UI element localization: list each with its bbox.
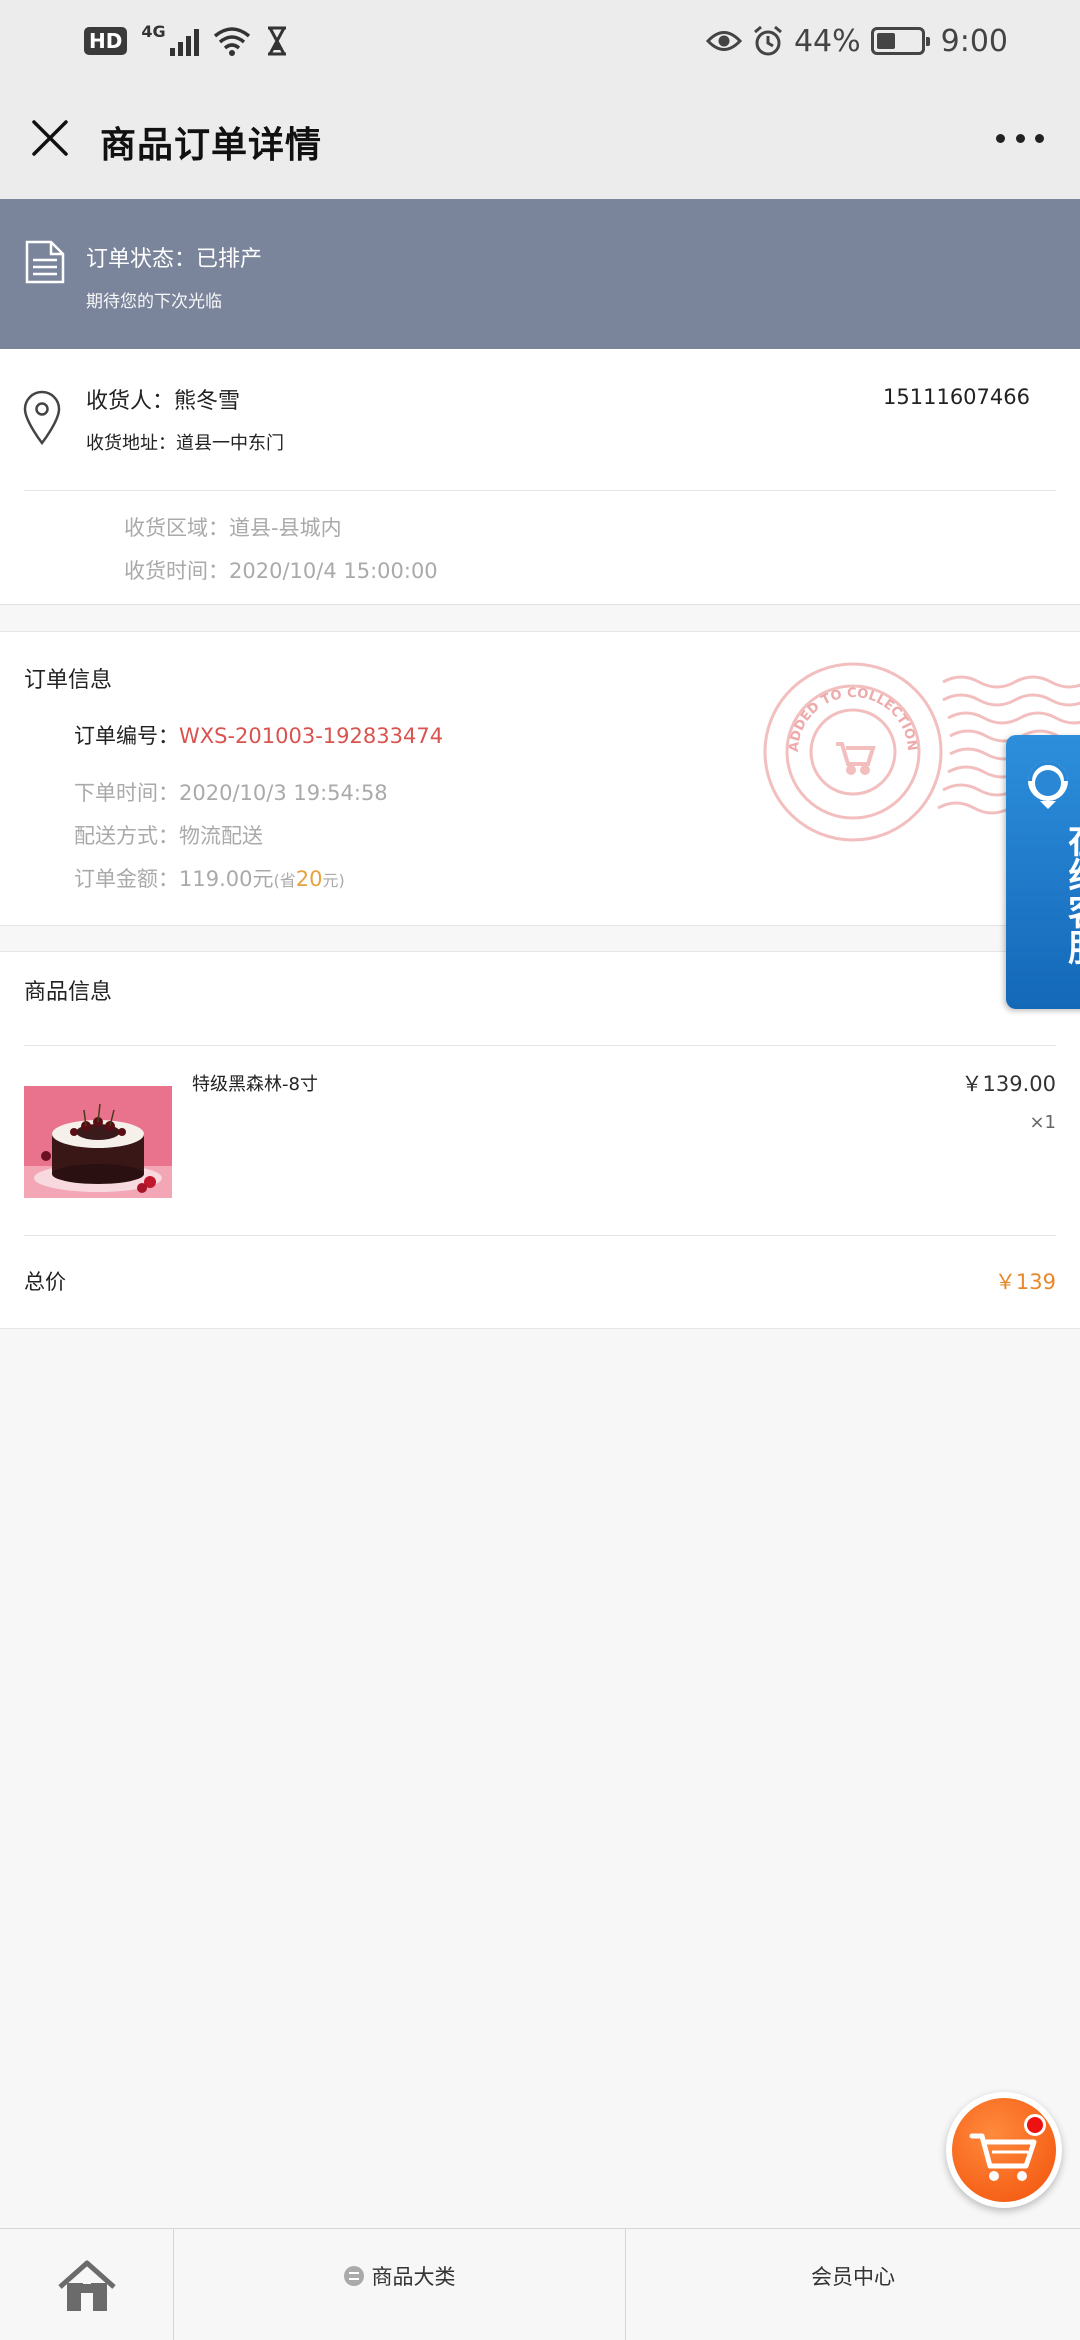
receiver-name: 收货人：熊冬雪 xyxy=(86,389,241,414)
nav-category-label: 商品大类 xyxy=(371,2265,456,2289)
status-bar: HD 4G 44% 9:00 xyxy=(0,0,1080,82)
divider xyxy=(24,490,1056,491)
page-title: 商品订单详情 xyxy=(100,125,323,166)
battery-percent: 44% xyxy=(793,23,861,59)
cart-button[interactable] xyxy=(946,2092,1062,2208)
battery-icon xyxy=(870,27,930,55)
shopping-cart-icon xyxy=(969,2133,1037,2181)
status-bar-left: HD 4G xyxy=(84,22,289,60)
delivery-method: 配送方式：物流配送 xyxy=(74,824,263,848)
savings-note: (省20元) xyxy=(273,867,345,891)
nav-member-center[interactable]: 会员中心 xyxy=(626,2229,1080,2340)
delivery-region: 收货区域：道县-县城内 xyxy=(124,516,342,540)
close-button[interactable] xyxy=(24,112,76,164)
hd-badge: HD xyxy=(84,27,128,55)
order-info-title: 订单信息 xyxy=(24,668,113,693)
order-status-subtitle: 期待您的下次光临 xyxy=(86,292,222,312)
online-service-label: 在线客服 xyxy=(1062,821,1080,965)
wifi-icon xyxy=(213,27,250,56)
eye-icon xyxy=(705,31,742,51)
status-bar-right: 44% 9:00 xyxy=(705,22,1008,60)
product-thumbnail[interactable] xyxy=(24,1086,172,1198)
savings-value: 20 xyxy=(295,867,323,891)
signal-icon xyxy=(169,26,199,56)
total-price: ￥139 xyxy=(994,1270,1056,1294)
document-icon xyxy=(25,240,65,284)
cake-image xyxy=(24,1086,172,1198)
close-icon xyxy=(32,120,68,156)
goods-card: 商品信息 特级黑森林-8寸 ￥139.00 ×1 总价 ￥139 xyxy=(0,951,1080,1329)
cart-badge xyxy=(1024,2114,1046,2136)
alarm-icon xyxy=(753,25,782,56)
network-type: 4G xyxy=(141,22,166,41)
hourglass-icon xyxy=(267,26,286,56)
order-status-banner: 订单状态：已排产 期待您的下次光临 xyxy=(0,199,1080,349)
order-amount-label: 订单金额： xyxy=(74,867,179,891)
svg-text:ADDED TO COLLECTION: ADDED TO COLLECTION xyxy=(787,686,919,753)
stamp-text: ADDED TO COLLECTION xyxy=(787,686,919,753)
nav-category[interactable]: 商品大类 xyxy=(174,2229,626,2340)
product-price: ￥139.00 xyxy=(961,1072,1056,1096)
receiver-address: 收货地址：道县一中东门 xyxy=(86,433,284,454)
order-number-row: 订单编号：WXS-201003-192833474 xyxy=(74,720,443,750)
nav-member-label: 会员中心 xyxy=(811,2265,895,2289)
order-info-card: ADDED TO COLLECTION 订单信息 订单编号：WXS-201003… xyxy=(0,631,1080,926)
divider xyxy=(24,1235,1056,1236)
bottom-nav: 商品大类 会员中心 xyxy=(0,2228,1080,2340)
app-header: 商品订单详情 xyxy=(0,82,1080,199)
home-icon xyxy=(58,2260,116,2311)
customer-service-icon xyxy=(1028,761,1068,809)
location-pin-icon xyxy=(23,390,61,445)
goods-info-title: 商品信息 xyxy=(24,980,113,1005)
more-dots-icon xyxy=(996,133,1005,143)
product-quantity: ×1 xyxy=(1029,1112,1056,1133)
order-number: WXS-201003-192833474 xyxy=(179,724,444,748)
more-options-button[interactable] xyxy=(990,116,1050,160)
order-placed-time: 下单时间：2020/10/3 19:54:58 xyxy=(74,781,388,805)
order-status-text: 订单状态：已排产 xyxy=(86,247,263,272)
divider xyxy=(24,1045,1056,1046)
receiver-phone: 15111607466 xyxy=(883,385,1030,409)
online-service-button[interactable]: 在线客服 xyxy=(1006,735,1080,1009)
nav-home[interactable] xyxy=(0,2229,174,2340)
delivery-time: 收货时间：2020/10/4 15:00:00 xyxy=(124,559,438,583)
order-number-label: 订单编号： xyxy=(74,724,179,748)
product-name: 特级黑森林-8寸 xyxy=(192,1074,318,1095)
category-icon xyxy=(343,2266,364,2286)
clock: 9:00 xyxy=(940,23,1008,59)
order-amount-row: 订单金额：119.00元(省20元) xyxy=(74,863,345,893)
receiver-card: 收货人：熊冬雪 15111607466 收货地址：道县一中东门 收货区域：道县-… xyxy=(0,349,1080,605)
order-amount: 119.00元 xyxy=(179,867,274,891)
total-label: 总价 xyxy=(24,1270,66,1294)
